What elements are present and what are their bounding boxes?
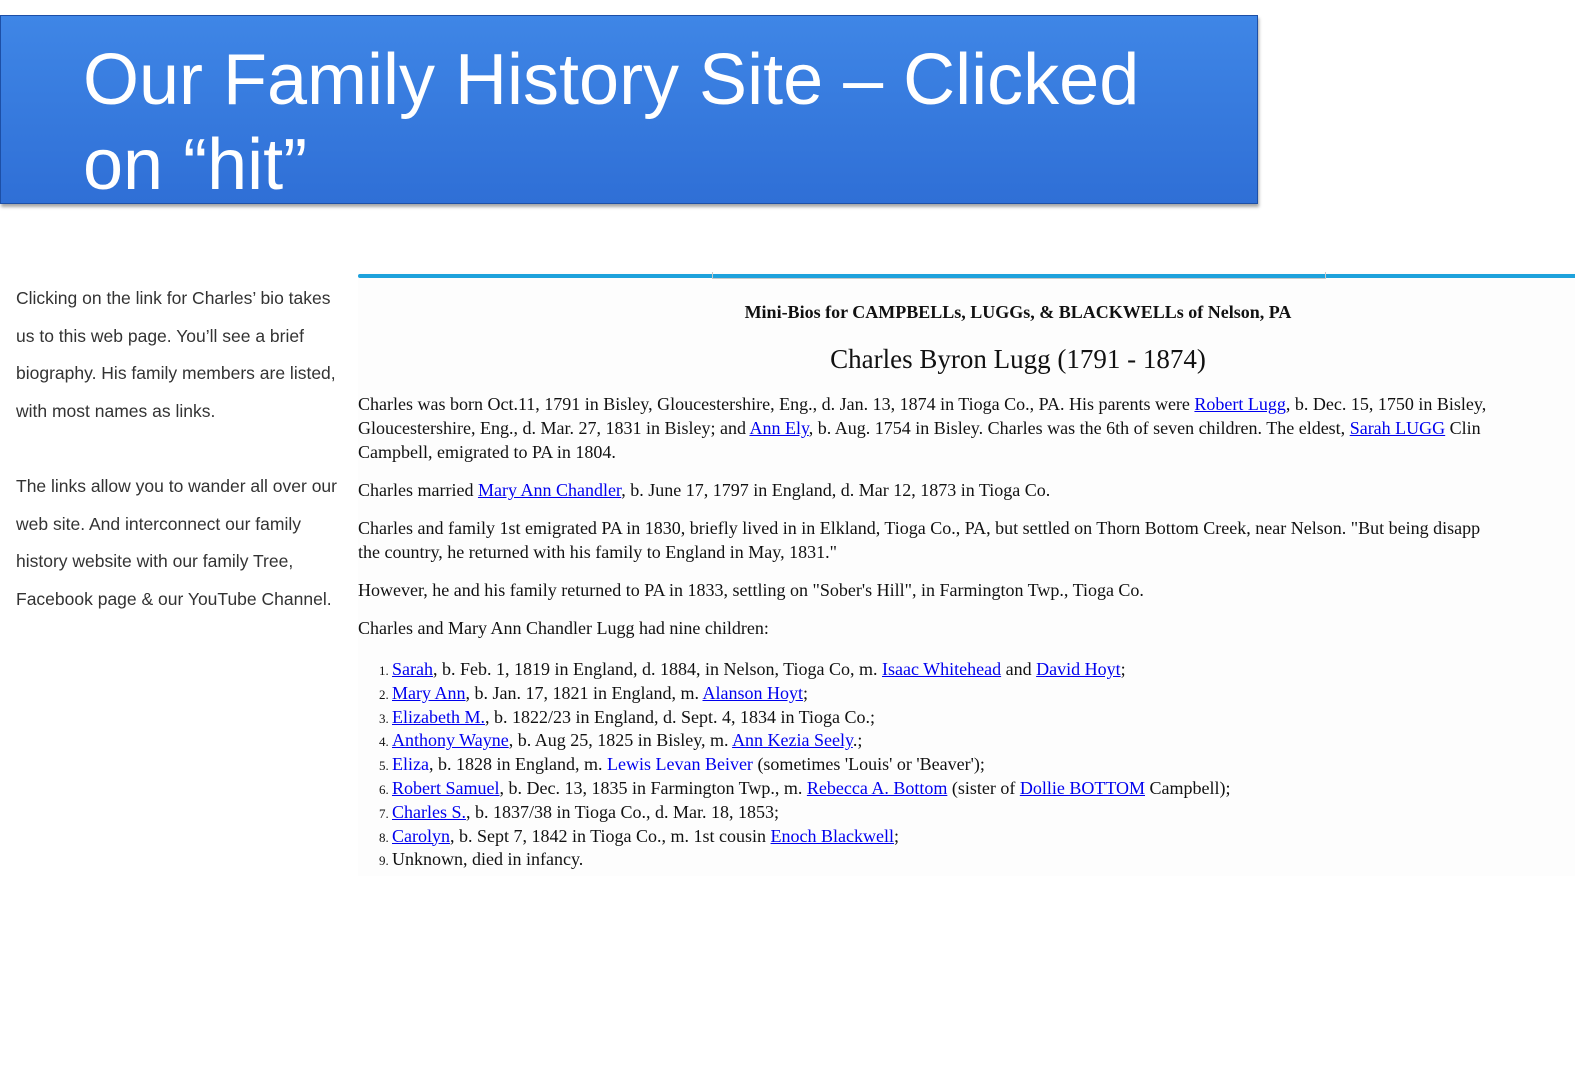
text-span: the country, he returned with his family… xyxy=(358,542,837,562)
list-item: Robert Samuel, b. Dec. 13, 1835 in Farmi… xyxy=(392,777,1575,801)
header-tab-outline xyxy=(712,272,1326,279)
bio-paragraph-return: However, he and his family returned to P… xyxy=(358,580,1144,600)
bio-paragraph-birth: Charles was born Oct.11, 1791 in Bisley,… xyxy=(358,392,1575,464)
slide-title-banner: Our Family History Site – Clicked on “hi… xyxy=(0,15,1258,205)
list-item: Sarah, b. Feb. 1, 1819 in England, d. 18… xyxy=(392,658,1575,682)
text-span: , b. Sept 7, 1842 in Tioga Co., m. 1st c… xyxy=(450,825,771,846)
text-span: Campbell); xyxy=(1145,777,1231,798)
list-item: Anthony Wayne, b. Aug 25, 1825 in Bisley… xyxy=(392,729,1575,753)
notes-paragraph-2: The links allow you to wander all over o… xyxy=(16,475,337,609)
link-isaac-whitehead[interactable]: Isaac Whitehead xyxy=(882,659,1001,679)
bio-body: Charles was born Oct.11, 1791 in Bisley,… xyxy=(358,392,1575,872)
text-span: Gloucestershire, Eng., d. Mar. 27, 1831 … xyxy=(358,418,750,438)
list-item: Charles S., b. 1837/38 in Tioga Co., d. … xyxy=(392,801,1575,825)
link-child-elizabeth[interactable]: Elizabeth M. xyxy=(392,707,485,727)
list-item: Unknown, died in infancy. xyxy=(392,848,1575,872)
link-child-mary-ann[interactable]: Mary Ann xyxy=(392,683,466,703)
text-span: , b. Feb. 1, 1819 in England, d. 1884, i… xyxy=(432,659,882,679)
text-span: Unknown, died in infancy. xyxy=(392,849,584,870)
text-span: ; xyxy=(894,825,900,846)
link-lewis-levan-beiver[interactable]: Lewis Levan Beiver xyxy=(607,754,753,774)
text-span: , b. Jan. 17, 1821 in England, m. xyxy=(465,682,703,703)
list-item: Eliza, b. 1828 in England, m. Lewis Leva… xyxy=(392,753,1575,777)
slide-title: Our Family History Site – Clicked on “hi… xyxy=(83,40,1140,205)
bio-paragraph-children-intro: Charles and Mary Ann Chandler Lugg had n… xyxy=(358,618,769,638)
link-child-charles-s[interactable]: Charles S. xyxy=(392,802,466,822)
notes-paragraph-1: Clicking on the link for Charles’ bio ta… xyxy=(16,288,336,422)
link-child-anthony-wayne[interactable]: Anthony Wayne xyxy=(392,730,509,750)
bio-paragraph-emigration: Charles and family 1st emigrated PA in 1… xyxy=(358,516,1575,564)
text-span: , b. Aug 25, 1825 in Bisley, m. xyxy=(508,730,733,751)
text-span: , b. Dec. 13, 1835 in Farmington Twp., m… xyxy=(499,777,807,798)
link-alanson-hoyt[interactable]: Alanson Hoyt xyxy=(703,683,804,703)
text-span: , b. 1828 in England, m. xyxy=(428,754,607,775)
notes-spacer xyxy=(16,431,346,468)
bio-title: Charles Byron Lugg (1791 - 1874) xyxy=(830,344,1206,374)
site-header: Mini-Bios for CAMPBELLs, LUGGs, & BLACKW… xyxy=(744,302,1292,322)
text-span: .; xyxy=(852,730,863,751)
link-sarah-lugg[interactable]: Sarah LUGG xyxy=(1350,418,1445,438)
text-span: Charles was born Oct.11, 1791 in Bisley,… xyxy=(358,394,1195,414)
text-span: Campbell, emigrated to PA in 1804. xyxy=(358,442,616,462)
text-span: ; xyxy=(803,682,809,703)
link-dollie-bottom[interactable]: Dollie BOTTOM xyxy=(1020,778,1145,798)
link-rebecca-bottom[interactable]: Rebecca A. Bottom xyxy=(807,778,947,798)
text-span: Clin xyxy=(1445,418,1481,438)
text-span: , b. 1837/38 in Tioga Co., d. Mar. 18, 1… xyxy=(466,801,780,822)
link-child-robert-samuel[interactable]: Robert Samuel xyxy=(392,778,499,798)
text-span: , b. Aug. 1754 in Bisley. Charles was th… xyxy=(808,418,1350,438)
children-list: Sarah, b. Feb. 1, 1819 in England, d. 18… xyxy=(358,658,1575,872)
link-robert-lugg[interactable]: Robert Lugg xyxy=(1194,394,1286,414)
text-span: and xyxy=(1001,659,1037,679)
list-item: Carolyn, b. Sept 7, 1842 in Tioga Co., m… xyxy=(392,825,1575,849)
text-span: (sometimes 'Louis' or 'Beaver'); xyxy=(752,754,985,775)
link-ann-kezia-seely[interactable]: Ann Kezia Seely xyxy=(732,730,853,750)
list-item: Elizabeth M., b. 1822/23 in England, d. … xyxy=(392,706,1575,730)
link-mary-ann-chandler[interactable]: Mary Ann Chandler xyxy=(478,480,621,500)
link-ann-ely[interactable]: Ann Ely xyxy=(749,418,808,438)
link-child-eliza[interactable]: Eliza xyxy=(392,754,429,774)
link-child-sarah[interactable]: Sarah xyxy=(392,659,433,679)
text-span: , b. 1822/23 in England, d. Sept. 4, 183… xyxy=(484,706,876,727)
text-span: ; xyxy=(1120,659,1126,679)
text-span: Charles and family 1st emigrated PA in 1… xyxy=(358,518,1481,538)
text-span: , b. Dec. 15, 1750 in Bisley, xyxy=(1285,394,1487,414)
text-span: (sister of xyxy=(947,777,1020,798)
link-enoch-blackwell[interactable]: Enoch Blackwell xyxy=(771,826,894,846)
link-david-hoyt[interactable]: David Hoyt xyxy=(1036,659,1121,679)
list-item: Mary Ann, b. Jan. 17, 1821 in England, m… xyxy=(392,682,1575,706)
text-span: , b. June 17, 1797 in England, d. Mar 12… xyxy=(621,480,1051,500)
bio-paragraph-marriage: Charles married Mary Ann Chandler, b. Ju… xyxy=(358,478,1575,502)
link-child-carolyn[interactable]: Carolyn xyxy=(392,826,450,846)
webpage-screenshot: Mini-Bios for CAMPBELLs, LUGGs, & BLACKW… xyxy=(358,272,1575,876)
text-span: Charles married xyxy=(358,480,478,500)
slide-notes: Clicking on the link for Charles’ bio ta… xyxy=(16,280,346,619)
